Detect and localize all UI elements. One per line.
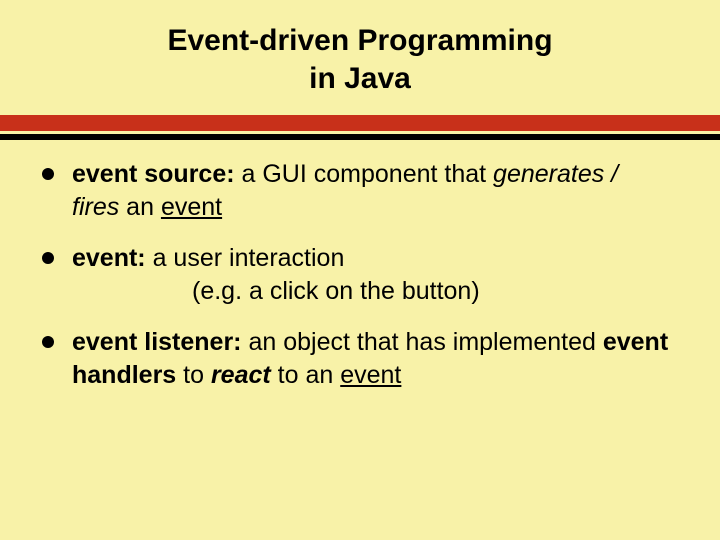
bullet-item-1: event source: a GUI component that gener…: [72, 158, 670, 224]
text: an object that has implemented: [242, 328, 603, 356]
content-area: event source: a GUI component that gener…: [0, 140, 720, 392]
bullet-dot-icon: [42, 336, 54, 348]
slide: Event-driven Programming in Java event s…: [0, 0, 720, 540]
divider-red-bar: [0, 115, 720, 131]
underline: event: [161, 193, 222, 221]
text: to an: [271, 361, 341, 389]
text: a user interaction: [146, 244, 345, 272]
text: a GUI component that: [235, 160, 493, 188]
emphasis: react: [211, 361, 271, 389]
divider: [0, 115, 720, 140]
bullet-item-3: event listener: an object that has imple…: [72, 326, 670, 392]
text: an: [119, 193, 161, 221]
underline: event: [340, 361, 401, 389]
slide-title: Event-driven Programming in Java: [0, 0, 720, 115]
title-line-2: in Java: [309, 62, 411, 95]
text: to: [176, 361, 211, 389]
sub-text: (e.g. a click on the button): [72, 275, 670, 308]
bullet-dot-icon: [42, 252, 54, 264]
term: event source:: [72, 160, 235, 188]
term: event:: [72, 244, 146, 272]
bullet-dot-icon: [42, 168, 54, 180]
title-line-1: Event-driven Programming: [167, 24, 552, 57]
term: event listener:: [72, 328, 242, 356]
bullet-item-2: event: a user interaction (e.g. a click …: [72, 242, 670, 308]
